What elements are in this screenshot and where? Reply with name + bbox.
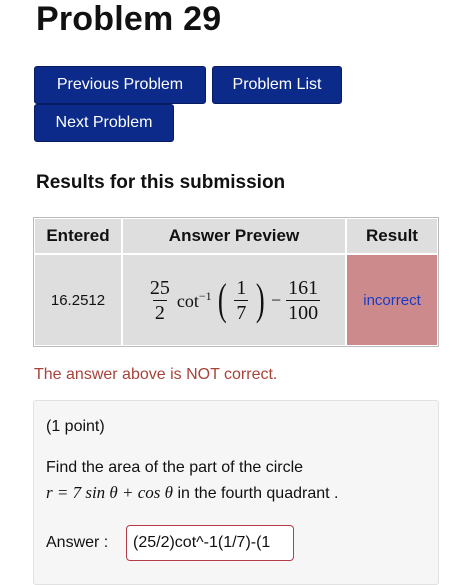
minus-sign: − [270, 289, 282, 310]
col-entered-header: Entered [34, 218, 122, 254]
results-heading: Results for this submission [36, 172, 286, 193]
frac1-numerator: 25 [149, 276, 170, 299]
cot-text: cot [176, 290, 199, 311]
next-problem-button[interactable]: Next Problem [34, 104, 174, 142]
col-result-header: Result [346, 218, 438, 254]
incorrect-message: The answer above is NOT correct. [34, 366, 278, 383]
frac2-numerator: 1 [236, 276, 247, 299]
cot-exponent: −1 [198, 288, 212, 303]
fraction-1-7: 1 7 [234, 276, 249, 325]
answer-label: Answer : [46, 534, 109, 551]
fraction-161-100: 161 100 [286, 276, 321, 325]
results-table: Entered Answer Preview Result 16.2512 25… [33, 217, 439, 347]
results-header-row: Entered Answer Preview Result [34, 218, 438, 254]
previous-problem-button[interactable]: Previous Problem [34, 66, 206, 104]
frac3-numerator: 161 [288, 276, 319, 299]
points-label: (1 point) [46, 418, 105, 435]
right-paren: ) [256, 275, 266, 324]
entered-value: 16.2512 [34, 254, 122, 346]
page-title: Problem 29 [36, 0, 222, 38]
problem-panel: (1 point) Find the area of the part of t… [33, 400, 439, 585]
frac2-denominator: 7 [234, 299, 249, 324]
problem-prompt-line2: r = 7 sin θ + cos θ in the fourth quadra… [46, 483, 338, 503]
left-paren: ( [217, 275, 227, 324]
frac1-denominator: 2 [152, 299, 167, 324]
fraction-25-2: 25 2 [148, 276, 172, 325]
table-row: 16.2512 25 2 cot−1 ( 1 7 ) − 161 100 inc… [34, 254, 438, 346]
frac3-denominator: 100 [286, 299, 321, 324]
result-status: incorrect [346, 254, 438, 346]
cot-function: cot−1 [177, 289, 212, 312]
problem-list-button[interactable]: Problem List [212, 66, 342, 104]
answer-input[interactable] [126, 525, 294, 561]
answer-preview: 25 2 cot−1 ( 1 7 ) − 161 100 [122, 254, 346, 346]
polar-equation: r = 7 sin θ + cos θ [46, 483, 174, 502]
prompt-tail: in the fourth quadrant . [173, 485, 339, 502]
problem-prompt-line1: Find the area of the part of the circle [46, 459, 304, 476]
col-preview-header: Answer Preview [122, 218, 346, 254]
